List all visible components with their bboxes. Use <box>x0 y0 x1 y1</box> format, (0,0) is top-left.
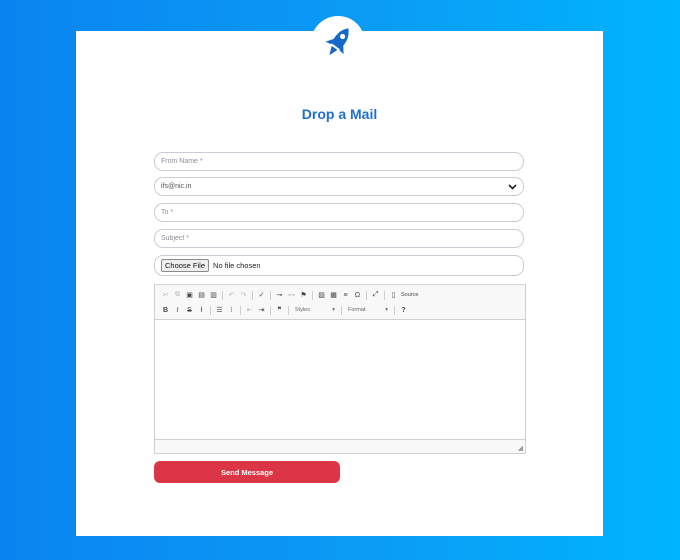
horizontal-rule-icon[interactable]: ≡ <box>341 291 350 300</box>
rocket-icon <box>325 28 349 56</box>
toolbar-separator <box>394 305 395 315</box>
logo-circle <box>311 16 365 70</box>
spellcheck-icon[interactable]: ✓ <box>257 291 266 300</box>
editor-content-area[interactable] <box>155 320 525 440</box>
link-icon[interactable]: ⊸ <box>275 291 284 300</box>
bold-button[interactable]: B <box>161 306 170 315</box>
toolbar-separator <box>222 290 223 300</box>
styles-label: Styles <box>295 307 310 313</box>
dropdown-arrow-icon: ▾ <box>385 307 388 313</box>
resize-handle-icon[interactable]: ◢ <box>518 444 523 452</box>
page-title: Drop a Mail <box>301 106 378 122</box>
toolbar-separator <box>252 290 253 300</box>
paste-word-icon[interactable]: ▥ <box>209 291 218 300</box>
special-char-icon[interactable]: Ω <box>353 291 362 300</box>
dropdown-arrow-icon: ▾ <box>332 307 335 313</box>
blockquote-icon[interactable]: ❞ <box>275 306 284 315</box>
italic-button[interactable]: I <box>173 306 182 315</box>
chevron-down-icon <box>508 182 517 192</box>
remove-format-icon[interactable]: Ɨ <box>197 306 206 315</box>
format-label: Format <box>348 307 366 313</box>
redo-icon[interactable]: ↷ <box>239 291 248 300</box>
image-icon[interactable]: ▨ <box>317 291 326 300</box>
toolbar-separator <box>384 290 385 300</box>
editor-statusbar: ◢ <box>155 439 525 453</box>
toolbar-row-2: B I S Ɨ ☰ ⁝ ⇤ ⇥ ❞ Styles ▾ Format ▾ ? <box>161 304 408 316</box>
copy-icon[interactable]: ⧉ <box>173 291 182 300</box>
anchor-icon[interactable]: ⚑ <box>299 291 308 300</box>
editor-toolbar: ✂ ⧉ ▣ ▤ ▥ ↶ ↷ ✓ ⊸ ⊷ ⚑ ▨ ▦ ≡ Ω ⤢ ▯ Source <box>155 285 525 320</box>
toolbar-separator <box>240 305 241 315</box>
toolbar-separator <box>210 305 211 315</box>
toolbar-separator <box>270 305 271 315</box>
outdent-icon[interactable]: ⇤ <box>245 306 254 315</box>
toolbar-separator <box>312 290 313 300</box>
help-button[interactable]: ? <box>399 306 408 315</box>
toolbar-row-1: ✂ ⧉ ▣ ▤ ▥ ↶ ↷ ✓ ⊸ ⊷ ⚑ ▨ ▦ ≡ Ω ⤢ ▯ Source <box>161 289 418 301</box>
toolbar-separator <box>366 290 367 300</box>
bulleted-list-icon[interactable]: ⁝ <box>227 306 236 315</box>
send-message-button[interactable]: Send Message <box>154 461 340 483</box>
toolbar-separator <box>288 305 289 315</box>
attachment-field: Choose File No file chosen <box>154 255 524 276</box>
paste-text-icon[interactable]: ▤ <box>197 291 206 300</box>
toolbar-separator <box>341 305 342 315</box>
paste-icon[interactable]: ▣ <box>185 291 194 300</box>
choose-file-button[interactable]: Choose File <box>161 259 210 272</box>
from-email-value: ifs@nic.in <box>161 183 192 190</box>
table-icon[interactable]: ▦ <box>329 291 338 300</box>
source-button[interactable]: Source <box>401 292 418 298</box>
indent-icon[interactable]: ⇥ <box>257 306 266 315</box>
numbered-list-icon[interactable]: ☰ <box>215 306 224 315</box>
undo-icon[interactable]: ↶ <box>227 291 236 300</box>
file-status: No file chosen <box>213 261 261 270</box>
from-name-input[interactable] <box>154 152 524 171</box>
subject-input[interactable] <box>154 229 524 248</box>
strike-button[interactable]: S <box>185 306 194 315</box>
cut-icon[interactable]: ✂ <box>161 291 170 300</box>
format-dropdown[interactable]: Format ▾ <box>346 305 390 315</box>
rich-text-editor: ✂ ⧉ ▣ ▤ ▥ ↶ ↷ ✓ ⊸ ⊷ ⚑ ▨ ▦ ≡ Ω ⤢ ▯ Source <box>154 284 526 454</box>
toolbar-separator <box>270 290 271 300</box>
unlink-icon[interactable]: ⊷ <box>287 291 296 300</box>
to-input[interactable] <box>154 203 524 222</box>
from-email-select[interactable]: ifs@nic.in <box>154 177 524 196</box>
styles-dropdown[interactable]: Styles ▾ <box>293 305 337 315</box>
source-icon[interactable]: ▯ <box>389 291 398 300</box>
maximize-icon[interactable]: ⤢ <box>371 291 380 300</box>
